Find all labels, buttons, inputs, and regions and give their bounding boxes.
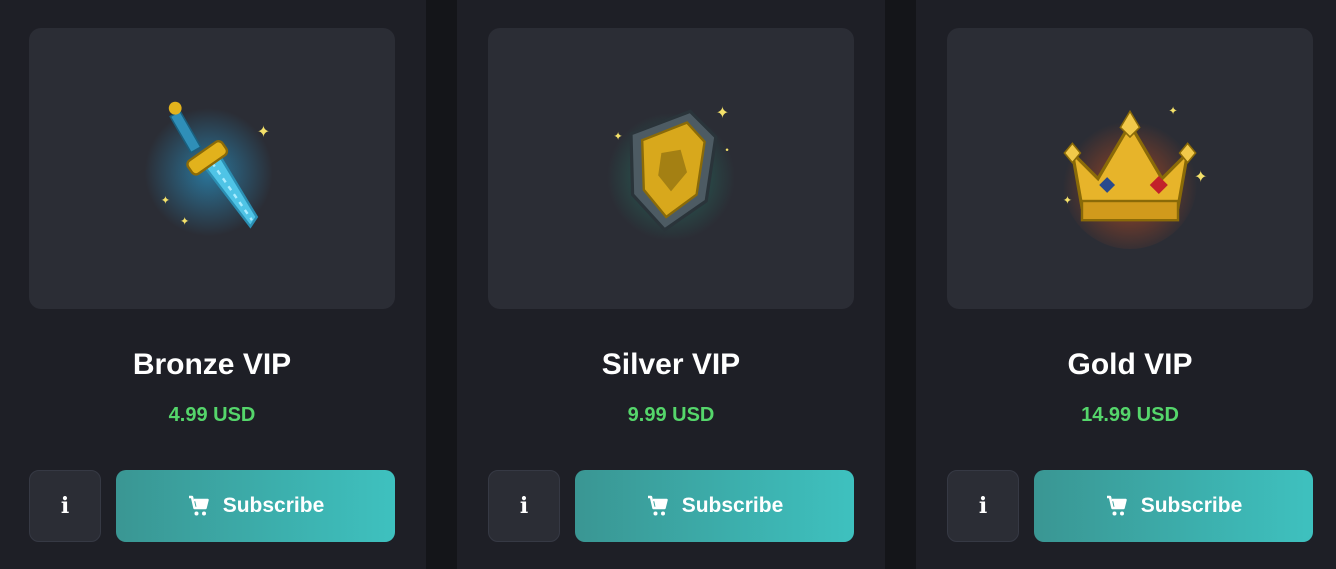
svg-text:✦: ✦ [613,131,622,143]
golden-shield-icon: ✦ ✦ • [607,104,735,241]
subscribe-button[interactable]: Subscribe [116,470,395,542]
vip-card-bronze: ✦ ✦ ✦ Bronze VIP 4.99 USD i Subscribe [0,0,426,569]
svg-text:✦: ✦ [161,195,170,207]
tier-image-box: ✦ ✦ • [488,28,854,309]
tier-price: 4.99 USD [168,404,256,426]
info-button[interactable]: i [29,470,101,542]
tier-name: Silver VIP [601,348,741,381]
tier-price: 14.99 USD [1081,404,1179,426]
diamond-sword-icon: ✦ ✦ ✦ [144,101,273,236]
subscribe-button[interactable]: Subscribe [1034,470,1313,542]
shopping-cart-icon [188,495,209,516]
vip-card-silver: ✦ ✦ • Silver VIP 9.99 USD i Subscribe [457,0,885,569]
subscribe-button[interactable]: Subscribe [575,470,854,542]
subscribe-label: Subscribe [681,494,784,517]
vip-tier-grid: ✦ ✦ ✦ Bronze VIP 4.99 USD i Subscribe ✦ … [0,0,1336,569]
shopping-cart-icon [1106,495,1127,516]
shopping-cart-icon [647,495,668,516]
info-icon: i [519,493,529,519]
vip-card-gold: ✦ ✦ ✦ Gold VIP 14.99 USD i Subscribe [916,0,1336,569]
svg-text:✦: ✦ [1168,105,1177,117]
info-button[interactable]: i [947,470,1019,542]
svg-text:•: • [725,145,728,156]
svg-text:✦: ✦ [257,124,270,141]
tier-image-box: ✦ ✦ ✦ [947,28,1313,309]
golden-crown-icon: ✦ ✦ ✦ [1062,105,1207,249]
info-icon: i [60,493,70,519]
svg-text:✦: ✦ [180,216,189,228]
tier-name: Gold VIP [1067,348,1193,381]
tier-image-box: ✦ ✦ ✦ [29,28,395,309]
tier-price: 9.99 USD [627,404,715,426]
info-button[interactable]: i [488,470,560,542]
info-icon: i [978,493,988,519]
svg-text:✦: ✦ [716,104,729,121]
subscribe-label: Subscribe [222,494,325,517]
svg-text:✦: ✦ [1063,195,1072,207]
svg-text:✦: ✦ [1194,168,1207,185]
subscribe-label: Subscribe [1140,494,1243,517]
tier-name: Bronze VIP [132,348,292,381]
